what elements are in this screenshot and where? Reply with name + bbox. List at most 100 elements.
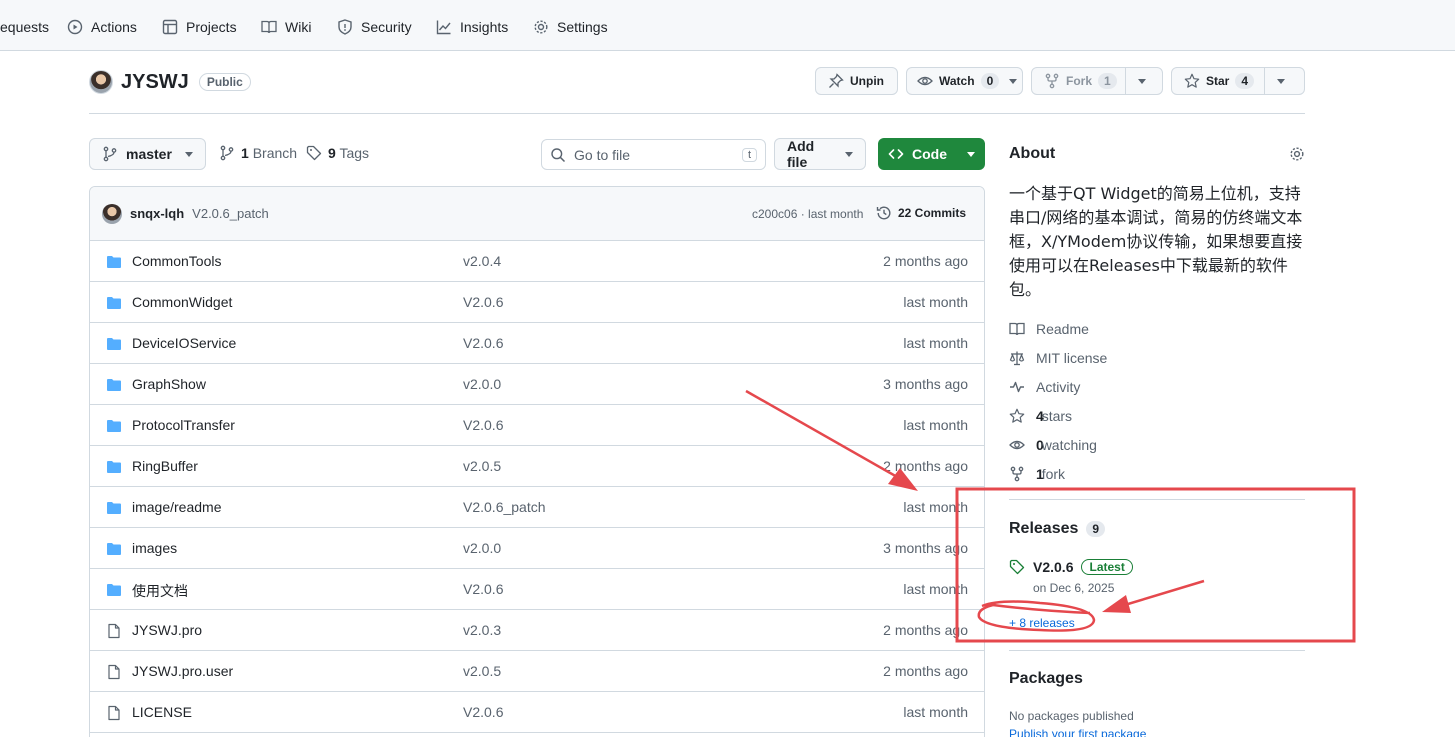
visibility-badge: Public — [198, 73, 251, 91]
file-commit-message[interactable]: V2.0.6 — [463, 417, 503, 433]
file-row[interactable]: ProtocolTransfer V2.0.6 last month — [90, 405, 984, 446]
annotation-arrow-line — [1117, 579, 1205, 609]
unpin-button[interactable]: Unpin — [815, 67, 898, 95]
file-commit-message[interactable]: v2.0.0 — [463, 376, 501, 392]
watching-label: watching — [1041, 437, 1097, 453]
tag-icon — [306, 145, 322, 161]
file-row[interactable]: LICENSE V2.0.6 last month — [90, 692, 984, 733]
commit-author-avatar[interactable] — [102, 203, 122, 224]
star-button[interactable]: Star 4 — [1172, 68, 1264, 94]
branch-select-button[interactable]: master — [89, 138, 206, 170]
nav-actions[interactable]: Actions — [67, 17, 137, 37]
file-name[interactable]: LICENSE — [132, 704, 192, 720]
about-description-line: 一个基于QT Widget的简易上位机，支持 — [1009, 184, 1301, 203]
fork-count: 1 — [1098, 73, 1117, 89]
file-commit-date: 2 months ago — [883, 622, 968, 638]
commits-link[interactable]: 22 Commits — [876, 205, 966, 221]
tag-count-label: Tags — [339, 145, 370, 161]
nav-wiki[interactable]: Wiki — [261, 17, 311, 37]
file-commit-message[interactable]: v2.0.5 — [463, 663, 501, 679]
activity-link[interactable]: Activity — [1009, 377, 1080, 397]
search-placeholder: Go to file — [574, 146, 631, 163]
chevron-down-icon — [845, 151, 853, 157]
file-commit-message[interactable]: v2.0.0 — [463, 540, 501, 556]
gear-icon[interactable] — [1289, 146, 1305, 162]
nav-security[interactable]: Security — [337, 17, 412, 37]
file-row[interactable]: RingBuffer v2.0.5 2 months ago — [90, 446, 984, 487]
file-commit-message[interactable]: V2.0.6 — [463, 335, 503, 351]
file-name[interactable]: CommonTools — [132, 253, 221, 269]
star-label: Star — [1206, 74, 1230, 88]
file-row[interactable]: image/readme V2.0.6_patch last month — [90, 487, 984, 528]
repo-forked-icon — [1045, 73, 1059, 89]
license-link[interactable]: MIT license — [1009, 348, 1107, 368]
file-name[interactable]: ProtocolTransfer — [132, 417, 235, 433]
readme-link[interactable]: Readme — [1009, 319, 1089, 339]
forks-link[interactable]: 1 fork — [1009, 464, 1065, 484]
go-to-file-input[interactable]: Go to file t — [541, 139, 766, 170]
watching-link[interactable]: 0 watching — [1009, 435, 1097, 455]
more-releases-link[interactable]: + 8 releases — [1009, 616, 1075, 630]
file-row[interactable]: 使用文档 V2.0.6 last month — [90, 569, 984, 610]
folder-icon — [107, 584, 121, 596]
code-icon — [888, 149, 904, 159]
file-commit-message[interactable]: V2.0.6 — [463, 704, 503, 720]
file-row[interactable]: DeviceIOService V2.0.6 last month — [90, 323, 984, 364]
gear-icon — [534, 20, 548, 34]
nav-insights[interactable]: Insights — [436, 17, 508, 37]
watch-dropdown[interactable] — [1007, 68, 1025, 94]
file-name[interactable]: image/readme — [132, 499, 222, 515]
file-commit-message[interactable]: V2.0.6 — [463, 581, 503, 597]
file-row[interactable]: images v2.0.0 3 months ago — [90, 528, 984, 569]
file-commit-message[interactable]: V2.0.6 — [463, 294, 503, 310]
nav-projects[interactable]: Projects — [162, 17, 237, 37]
code-button[interactable]: Code — [878, 138, 985, 170]
file-commit-date: last month — [903, 581, 968, 597]
file-row[interactable]: GraphShow v2.0.0 3 months ago — [90, 364, 984, 405]
file-commit-date: 3 months ago — [883, 376, 968, 392]
file-name[interactable]: images — [132, 540, 177, 556]
latest-release-name: V2.0.6 — [1033, 559, 1074, 575]
stars-link[interactable]: 4 stars — [1009, 406, 1072, 426]
latest-release[interactable]: V2.0.6 Latest — [1009, 559, 1133, 575]
tags-link[interactable]: 9 Tags — [306, 145, 369, 161]
file-icon — [108, 623, 120, 639]
file-row[interactable]: JYSWJ.pro.user v2.0.5 2 months ago — [90, 651, 984, 692]
releases-heading[interactable]: Releases 9 — [1009, 520, 1106, 538]
file-row[interactable]: CommonWidget V2.0.6 last month — [90, 282, 984, 323]
latest-badge: Latest — [1081, 559, 1133, 575]
watch-button[interactable]: Watch 0 — [907, 68, 1007, 94]
commit-message[interactable]: V2.0.6_patch — [192, 206, 269, 221]
watch-count: 0 — [980, 73, 1000, 89]
star-dropdown[interactable] — [1265, 68, 1297, 94]
file-name[interactable]: JYSWJ.pro.user — [132, 663, 233, 679]
commit-author[interactable]: snqx-lqh — [130, 206, 184, 221]
file-name[interactable]: DeviceIOService — [132, 335, 236, 351]
file-commit-date: last month — [903, 335, 968, 351]
owner-avatar[interactable] — [89, 70, 113, 94]
branches-link[interactable]: 1 Branch — [219, 145, 297, 161]
file-commit-message[interactable]: v2.0.3 — [463, 622, 501, 638]
file-name[interactable]: 使用文档 — [132, 581, 188, 601]
file-commit-message[interactable]: V2.0.6_patch — [463, 499, 546, 515]
fork-button[interactable]: Fork 1 — [1032, 68, 1125, 94]
file-name[interactable]: JYSWJ.pro — [132, 622, 202, 638]
star-button-group: Star 4 — [1171, 67, 1305, 95]
file-commit-message[interactable]: v2.0.4 — [463, 253, 501, 269]
nav-insights-label: Insights — [460, 19, 509, 35]
file-name[interactable]: GraphShow — [132, 376, 206, 392]
file-name[interactable]: RingBuffer — [132, 458, 198, 474]
add-file-button[interactable]: Add file — [774, 138, 866, 170]
fork-dropdown[interactable] — [1126, 68, 1158, 94]
folder-icon — [107, 420, 121, 432]
nav-pull-requests[interactable]: equests — [0, 17, 49, 37]
publish-package-link[interactable]: Publish your first package — [1009, 727, 1146, 737]
file-name[interactable]: CommonWidget — [132, 294, 232, 310]
about-description-line: 串口/网络的基本调试，简易的仿终端文本 — [1009, 208, 1303, 227]
commit-hash-time[interactable]: c200c06 · last month — [752, 207, 863, 221]
file-commit-message[interactable]: v2.0.5 — [463, 458, 501, 474]
file-row[interactable]: JYSWJ.pro v2.0.3 2 months ago — [90, 610, 984, 651]
repo-name[interactable]: JYSWJ — [121, 71, 189, 94]
nav-settings[interactable]: Settings — [533, 17, 608, 37]
file-row[interactable]: CommonTools v2.0.4 2 months ago — [90, 241, 984, 282]
